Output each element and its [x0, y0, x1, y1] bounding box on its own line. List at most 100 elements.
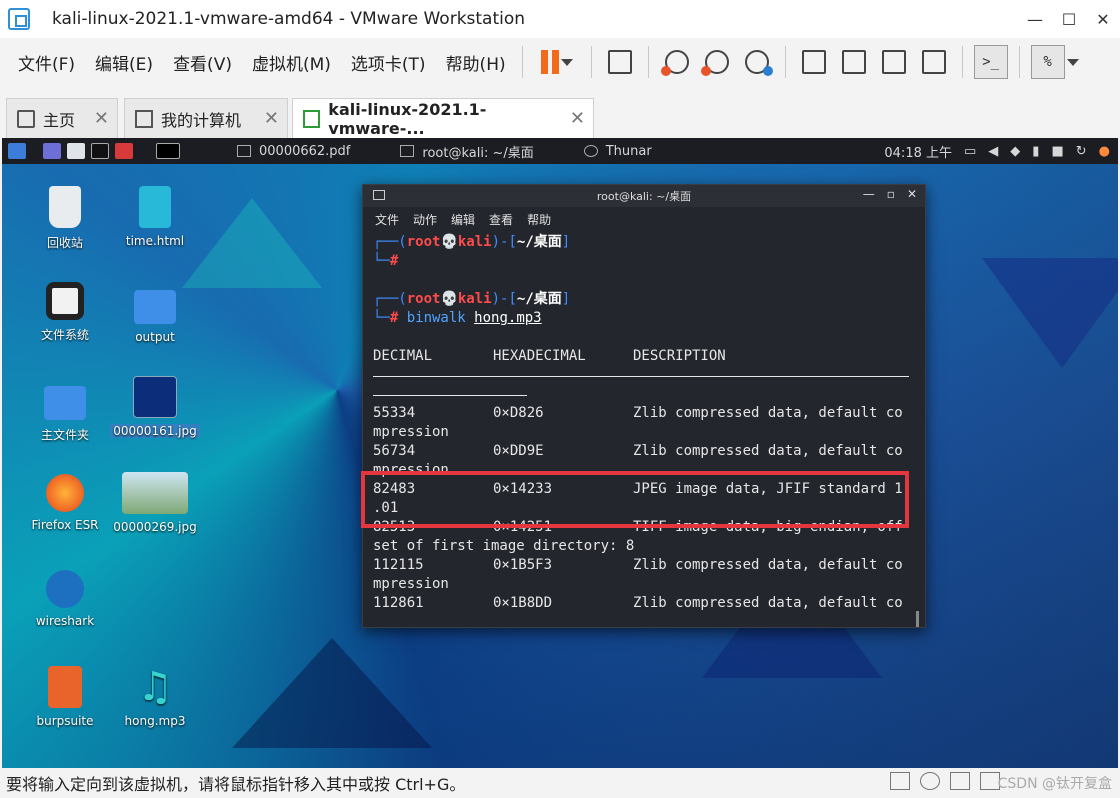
- menu-tabs[interactable]: 选项卡(T): [351, 50, 426, 75]
- divider: [373, 376, 909, 377]
- header-decimal: DECIMAL: [373, 348, 433, 364]
- header-hexadecimal: HEXADECIMAL: [493, 348, 586, 364]
- sidebar-icon: [801, 50, 826, 74]
- close-button[interactable]: ✕: [1086, 0, 1120, 38]
- show-thumbnail-button[interactable]: [836, 44, 872, 80]
- prompt-line: ┌──(root💀kali)-[~/桌面]: [373, 234, 571, 250]
- desktop-icon-filesystem[interactable]: 文件系统: [20, 282, 110, 343]
- close-icon[interactable]: ✕: [94, 108, 109, 129]
- console-icon: >_: [973, 45, 1008, 79]
- vmware-logo-icon: [8, 8, 30, 30]
- vm-guest-screen[interactable]: 00000662.pdf root@kali: ~/桌面 Thunar 04:1…: [2, 138, 1118, 768]
- terminal-titlebar[interactable]: root@kali: ~/桌面 — ▫ ✕: [363, 185, 925, 207]
- desktop-icon-wireshark[interactable]: wireshark: [20, 570, 110, 628]
- window-titlebar: kali-linux-2021.1-vmware-amd64 - VMware …: [0, 0, 1120, 38]
- power-icon[interactable]: ●: [1099, 144, 1110, 159]
- home-icon: [17, 109, 35, 128]
- desktop-icon-label: Firefox ESR: [31, 518, 99, 532]
- taskbar-label: Thunar: [605, 143, 652, 159]
- terminal-menu-edit[interactable]: 编辑: [451, 211, 475, 228]
- close-icon[interactable]: ✕: [264, 108, 279, 129]
- taskbar-item-terminal[interactable]: root@kali: ~/桌面: [400, 142, 534, 161]
- desktop-icon-00000161-jpg[interactable]: 00000161.jpg: [110, 376, 200, 438]
- send-ctrl-alt-del-button[interactable]: [602, 44, 638, 80]
- terminal-menu-view[interactable]: 查看: [489, 211, 513, 228]
- desktop-icon-label: hong.mp3: [124, 714, 186, 728]
- terminal-menu-help[interactable]: 帮助: [527, 211, 551, 228]
- desktop-icon-time-html[interactable]: time.html: [110, 186, 200, 248]
- stretch-view-button[interactable]: %: [1030, 44, 1080, 80]
- header-description: DESCRIPTION: [633, 348, 726, 364]
- menu-help[interactable]: 帮助(H): [446, 50, 506, 75]
- cd-icon[interactable]: [920, 772, 940, 790]
- kali-menu-icon[interactable]: [8, 143, 26, 159]
- battery-icon[interactable]: ▮: [1032, 144, 1039, 159]
- pause-button[interactable]: [533, 44, 581, 80]
- maximize-button[interactable]: ☐: [1052, 0, 1086, 38]
- menubar: 文件(F) 编辑(E) 查看(V) 虚拟机(M) 选项卡(T) 帮助(H) >_…: [0, 38, 1120, 86]
- terminal-icon[interactable]: [91, 143, 109, 159]
- file-manager-icon[interactable]: [67, 143, 85, 159]
- desktop-icon-burpsuite[interactable]: burpsuite: [20, 666, 110, 728]
- terminal-menu-actions[interactable]: 动作: [413, 211, 437, 228]
- desktop-icon-output[interactable]: output: [110, 282, 200, 344]
- taskbar-label: root@kali: ~/桌面: [422, 145, 534, 161]
- show-library-button[interactable]: [796, 44, 832, 80]
- terminal-menu-file[interactable]: 文件: [375, 211, 399, 228]
- tab-home[interactable]: 主页 ✕: [6, 98, 118, 138]
- minimize-button[interactable]: —: [1018, 0, 1052, 38]
- close-icon[interactable]: ✕: [570, 108, 585, 129]
- hdd-icon[interactable]: [890, 772, 910, 790]
- snapshot-manager-button[interactable]: [739, 44, 775, 80]
- cell-decimal: 56734: [373, 443, 416, 459]
- menu-vm[interactable]: 虚拟机(M): [252, 50, 331, 75]
- clock[interactable]: 04:18 上午: [884, 142, 952, 161]
- console-view-button[interactable]: >_: [973, 44, 1009, 80]
- terminal-window[interactable]: root@kali: ~/桌面 — ▫ ✕ 文件 动作 编辑 查看 帮助 ┌──…: [362, 184, 926, 628]
- revert-snapshot-button[interactable]: [699, 44, 735, 80]
- display-icon[interactable]: ▭: [964, 144, 976, 159]
- cell-decimal: 55334: [373, 405, 416, 421]
- wireshark-icon: [46, 570, 84, 608]
- volume-icon[interactable]: ◀: [988, 144, 998, 159]
- maximize-icon[interactable]: ▫: [887, 187, 895, 201]
- desktop-icon-hong-mp3[interactable]: ♫ hong.mp3: [110, 666, 200, 728]
- menu-view[interactable]: 查看(V): [173, 50, 232, 75]
- fullscreen-button[interactable]: [876, 44, 912, 80]
- workspace-icon[interactable]: [156, 143, 180, 159]
- home-folder-icon: [44, 386, 86, 420]
- menu-edit[interactable]: 编辑(E): [95, 50, 153, 75]
- lock-icon[interactable]: ■: [1051, 144, 1063, 159]
- browser-icon[interactable]: [115, 143, 133, 159]
- minimize-icon[interactable]: —: [863, 187, 875, 201]
- unity-button[interactable]: [916, 44, 952, 80]
- document-icon: [237, 145, 251, 157]
- desktop-icon-00000269-jpg[interactable]: 00000269.jpg: [110, 472, 200, 534]
- refresh-icon[interactable]: ↻: [1076, 144, 1087, 159]
- tab-my-computer[interactable]: 我的计算机 ✕: [124, 98, 288, 138]
- cell-description: Zlib compressed data, default co: [633, 595, 903, 611]
- taskbar-item-pdf[interactable]: 00000662.pdf: [237, 144, 350, 159]
- taskbar-item-thunar[interactable]: Thunar: [583, 143, 652, 159]
- desktop-icon-firefox[interactable]: Firefox ESR: [20, 474, 110, 532]
- drive-icon: [46, 282, 84, 320]
- desktop-icon-trash[interactable]: 回收站: [20, 186, 110, 251]
- terminal-output[interactable]: ┌──(root💀kali)-[~/桌面] └─# ┌──(root💀kali)…: [363, 231, 925, 627]
- divider: [373, 395, 527, 396]
- terminal-scrollbar[interactable]: [916, 611, 919, 627]
- close-icon[interactable]: ✕: [907, 187, 917, 201]
- tab-label: 主页: [43, 110, 76, 130]
- highlight-annotation: [361, 471, 909, 528]
- snapshot-button[interactable]: [659, 44, 695, 80]
- show-desktop-icon[interactable]: [43, 143, 61, 159]
- desktop-icon-home[interactable]: 主文件夹: [20, 378, 110, 443]
- tab-kali-vm[interactable]: kali-linux-2021.1-vmware-... ✕: [292, 98, 594, 138]
- menu-file[interactable]: 文件(F): [18, 50, 75, 75]
- notification-icon[interactable]: ◆: [1010, 144, 1020, 159]
- desktop-icon-label: burpsuite: [36, 714, 94, 728]
- network-icon[interactable]: [950, 772, 970, 790]
- computer-icon: [135, 109, 153, 128]
- desktop-icon-label: 主文件夹: [40, 428, 89, 442]
- taskbar-label: 00000662.pdf: [259, 143, 351, 159]
- desktop-icon-label: output: [135, 330, 175, 344]
